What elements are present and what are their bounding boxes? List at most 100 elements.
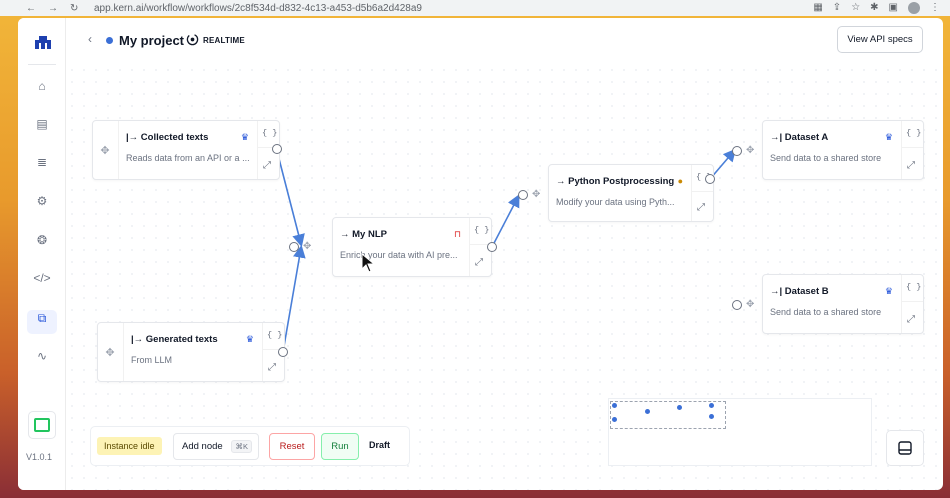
input-port[interactable] (518, 190, 528, 200)
drag-handle-icon[interactable]: ✥ (93, 121, 117, 179)
minimap-node (612, 403, 617, 408)
browser-nav: ← → ↻ (0, 3, 90, 14)
view-api-specs-button[interactable]: View API specs (837, 26, 923, 53)
kern-badge-icon: ♛ (245, 334, 254, 344)
node-description: Enrich your data with AI pre... (340, 250, 458, 260)
chevron-left-icon[interactable]: ‹ (88, 32, 92, 46)
kern-badge-icon: ♛ (240, 132, 249, 142)
move-icon[interactable]: ✥ (746, 145, 754, 156)
output-port[interactable] (272, 144, 282, 154)
magnet-badge-icon: ⊓ (453, 229, 461, 239)
workflow-icon[interactable]: ⧉ (32, 308, 52, 328)
minimap-node (709, 414, 714, 419)
shortcut-hint: ⌘K (231, 440, 252, 453)
node-description: Send data to a shared store (770, 153, 882, 163)
sidebar: ⌂ ▤ ≣ ⚙ ❂ </> ⧉ ∿ V1.0.1 (18, 18, 66, 490)
minimap-node (612, 417, 617, 422)
add-node-button[interactable]: Add node ⌘K (173, 433, 259, 460)
expand-icon[interactable]: ⤢ (697, 202, 705, 213)
input-port[interactable] (732, 300, 742, 310)
minimap-node (677, 405, 682, 410)
brain-icon[interactable]: ❂ (32, 230, 52, 250)
move-icon[interactable]: ✥ (746, 299, 754, 310)
node-generated-texts[interactable]: ✥ |→ Generated texts ♛ From LLM { } ⤢ (97, 322, 285, 382)
sidepanel-icon[interactable]: ▣ (889, 2, 898, 14)
bookmark-star-icon[interactable]: ☆ (851, 2, 860, 14)
minimap-node (709, 403, 714, 408)
node-body: →| Dataset A ♛ Send data to a shared sto… (763, 121, 901, 179)
browser-menu-icon[interactable]: ⋮ (930, 2, 940, 14)
expand-icon[interactable]: ⤢ (907, 160, 915, 171)
reset-button[interactable]: Reset (269, 433, 315, 460)
kern-badge-icon: ♛ (884, 286, 893, 296)
extensions-icon[interactable]: ✱ (870, 2, 878, 14)
node-dataset-b[interactable]: →| Dataset B ♛ Send data to a shared sto… (762, 274, 924, 334)
node-description: From LLM (131, 355, 173, 365)
workflow-toolbar: Instance idle Add node ⌘K Reset Run Draf… (90, 426, 410, 466)
expand-icon[interactable]: ⤢ (268, 362, 276, 373)
node-description: Send data to a shared store (770, 307, 882, 317)
node-body: |→ Generated texts ♛ From LLM (123, 323, 262, 381)
mode-label: REALTIME (203, 36, 245, 45)
node-my-nlp[interactable]: → My NLP ⊓ Enrich your data with AI pre.… (332, 217, 492, 277)
app-window: ⌂ ▤ ≣ ⚙ ❂ </> ⧉ ∿ V1.0.1 ‹ My project RE… (18, 18, 943, 490)
expand-icon[interactable]: ⤢ (475, 257, 483, 268)
output-port[interactable] (487, 242, 497, 252)
code-braces-icon[interactable]: { } (474, 225, 489, 235)
input-port[interactable] (732, 146, 742, 156)
node-body: → Python Postprocessing ● Modify your da… (549, 165, 691, 221)
run-button[interactable]: Run (321, 433, 359, 460)
input-port[interactable] (289, 242, 299, 252)
node-title: → My NLP (340, 229, 387, 240)
code-braces-icon[interactable]: { } (906, 128, 921, 138)
node-body: → My NLP ⊓ Enrich your data with AI pre.… (333, 218, 469, 276)
code-braces-icon[interactable]: { } (262, 128, 277, 138)
mouse-cursor-icon (361, 253, 375, 273)
output-port[interactable] (278, 347, 288, 357)
minimap-node (645, 409, 650, 414)
node-python-postprocessing[interactable]: → Python Postprocessing ● Modify your da… (548, 164, 714, 222)
node-body: →| Dataset B ♛ Send data to a shared sto… (763, 275, 901, 333)
node-body: |→ Collected texts ♛ Reads data from an … (118, 121, 257, 179)
project-status-dot (106, 37, 113, 44)
pulse-icon[interactable]: ∿ (32, 346, 52, 366)
project-title: My project (119, 33, 185, 48)
expand-icon[interactable]: ⤢ (907, 314, 915, 325)
code-icon[interactable]: </> (32, 268, 52, 288)
minimap-toggle-button[interactable] (886, 430, 924, 466)
instance-status-badge: Instance idle (97, 437, 162, 455)
node-side-panel: { } ⤢ (901, 121, 923, 179)
node-description: Reads data from an API or a ... (126, 153, 250, 163)
node-collected-texts[interactable]: ✥ |→ Collected texts ♛ Reads data from a… (92, 120, 280, 180)
node-side-panel: { } ⤢ (901, 275, 923, 333)
home-icon[interactable]: ⌂ (32, 76, 52, 96)
address-bar[interactable]: app.kern.ai/workflow/workflows/2c8f534d-… (90, 3, 813, 14)
drag-handle-icon[interactable]: ✥ (98, 323, 122, 381)
browser-toolbar: ← → ↻ app.kern.ai/workflow/workflows/2c8… (0, 0, 950, 16)
python-badge-icon: ● (677, 176, 683, 186)
move-icon[interactable]: ✥ (303, 241, 311, 252)
profile-avatar[interactable] (908, 2, 920, 14)
forward-arrow-icon[interactable]: → (48, 3, 58, 14)
kern-logo-icon[interactable] (34, 34, 52, 50)
draft-label: Draft (369, 440, 391, 450)
translate-icon[interactable]: ▦ (813, 2, 822, 14)
id-card-icon[interactable]: ▤ (32, 114, 52, 134)
kern-badge-icon: ♛ (884, 132, 893, 142)
panel-bottom-icon (898, 441, 912, 455)
share-icon[interactable]: ⇪ (833, 2, 841, 14)
code-braces-icon[interactable]: { } (906, 282, 921, 292)
node-dataset-a[interactable]: →| Dataset A ♛ Send data to a shared sto… (762, 120, 924, 180)
code-braces-icon[interactable]: { } (267, 330, 282, 340)
canvas-minimap[interactable] (608, 398, 872, 466)
settings-icon[interactable]: ⚙ (32, 191, 52, 211)
move-icon[interactable]: ✥ (532, 189, 540, 200)
node-title: →| Dataset A (770, 132, 829, 143)
sidebar-divider (28, 64, 56, 65)
output-port[interactable] (705, 174, 715, 184)
database-icon[interactable]: ≣ (32, 152, 52, 172)
back-arrow-icon[interactable]: ← (26, 3, 36, 14)
expand-icon[interactable]: ⤢ (263, 160, 271, 171)
status-square-icon[interactable] (28, 411, 56, 439)
reload-icon[interactable]: ↻ (70, 3, 78, 14)
